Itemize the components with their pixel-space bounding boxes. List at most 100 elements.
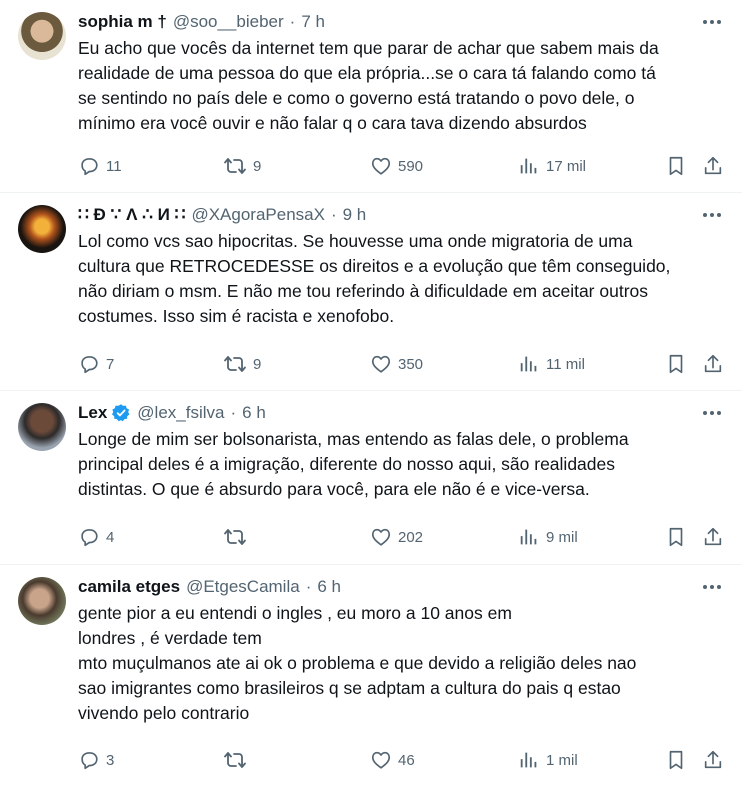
avatar[interactable] [18,12,66,60]
tweet-line: principal deles é a imigração, diferente… [78,454,615,474]
retweet-button[interactable] [223,749,247,771]
tweet-line: realidade de uma pessoa do que ela própr… [78,63,656,83]
bookmark-button[interactable] [665,749,687,771]
share-icon [702,155,724,177]
avatar[interactable] [18,577,66,625]
retweet-button[interactable]: 9 [223,353,261,375]
views-button[interactable]: 1 mil [518,749,578,771]
views-chart-icon [518,155,540,177]
retweet-count: 9 [253,355,262,373]
display-name[interactable]: ∷ Đ ∵ Λ ∴ И ∷ [78,205,185,225]
bookmark-icon [665,155,687,177]
more-options-icon[interactable] [700,403,724,423]
like-button[interactable]: 46 [370,749,415,771]
reply-button[interactable]: 7 [78,353,114,375]
avatar[interactable] [18,205,66,253]
tweet-text: Lol como vcs sao hipocritas. Se houvesse… [78,229,728,329]
timestamp[interactable]: 9 h [343,205,367,225]
share-icon [702,749,724,771]
more-options-icon[interactable] [700,12,724,32]
tweet-text: Eu acho que vocês da internet tem que pa… [78,36,728,136]
tweet[interactable]: Lex @lex_fsilva · 6 h Longe de mim ser b… [0,391,742,565]
share-button[interactable] [702,353,724,375]
tweet[interactable]: sophia m † @soo__bieber · 7 h Eu acho qu… [0,0,742,193]
tweet-line: gente pior a eu entendi o ingles , eu mo… [78,603,512,623]
tweet[interactable]: ∷ Đ ∵ Λ ∴ И ∷ @XAgoraPensaX · 9 h Lol co… [0,193,742,391]
avatar[interactable] [18,403,66,451]
views-button[interactable]: 17 mil [518,155,586,177]
display-name[interactable]: camila etges [78,577,180,597]
tweet-header: sophia m † @soo__bieber · 7 h [78,11,682,33]
heart-icon [370,155,392,177]
retweet-button[interactable] [223,526,247,548]
tweet-line: vivendo pelo contrario [78,703,250,723]
like-button[interactable]: 590 [370,155,423,177]
like-button[interactable]: 202 [370,526,423,548]
separator: · [305,577,312,596]
tweet-actions: 7 9 350 11 mil [78,352,726,376]
tweet-header: ∷ Đ ∵ Λ ∴ И ∷ @XAgoraPensaX · 9 h [78,204,682,226]
views-chart-icon [518,749,540,771]
share-button[interactable] [702,526,724,548]
reply-count: 3 [106,751,115,769]
timestamp[interactable]: 6 h [242,403,266,423]
views-count: 11 mil [546,355,585,373]
heart-icon [370,526,392,548]
views-count: 1 mil [546,751,578,769]
bookmark-icon [665,749,687,771]
tweet[interactable]: camila etges @EtgesCamila · 6 h gente pi… [0,565,742,785]
tweet-line: londres , é verdade tem [78,628,262,648]
heart-icon [370,353,392,375]
reply-count: 7 [106,355,115,373]
handle[interactable]: @lex_fsilva [137,403,224,423]
reply-icon [78,749,100,771]
views-button[interactable]: 11 mil [518,353,585,375]
separator: · [230,403,237,422]
handle[interactable]: @EtgesCamila [186,577,300,597]
tweet-line: distintas. O que é absurdo para você, pa… [78,479,590,499]
reply-button[interactable]: 4 [78,526,114,548]
separator: · [289,12,296,31]
tweet-header: Lex @lex_fsilva · 6 h [78,402,682,424]
reply-button[interactable]: 3 [78,749,114,771]
tweet-text: Longe de mim ser bolsonarista, mas enten… [78,427,728,502]
more-options-icon[interactable] [700,577,724,597]
tweet-line: costumes. Isso sim é racista e xenofobo. [78,306,395,326]
handle[interactable]: @soo__bieber [173,12,284,32]
bookmark-button[interactable] [665,353,687,375]
reply-icon [78,155,100,177]
handle[interactable]: @XAgoraPensaX [191,205,325,225]
display-name[interactable]: Lex [78,403,107,423]
timestamp[interactable]: 7 h [301,12,325,32]
like-count: 590 [398,157,424,175]
bookmark-button[interactable] [665,155,687,177]
views-button[interactable]: 9 mil [518,526,578,548]
timestamp[interactable]: 6 h [317,577,341,597]
retweet-icon [223,353,247,375]
tweet-line: não diriam o msm. E não me tou referindo… [78,281,649,301]
retweet-icon [223,526,247,548]
bookmark-button[interactable] [665,526,687,548]
retweet-button[interactable]: 9 [223,155,261,177]
reply-button[interactable]: 11 [78,155,122,177]
like-count: 202 [398,528,424,546]
tweet-actions: 3 46 1 mil [78,748,726,772]
tweet-line: se sentindo no país dele e como o govern… [78,88,635,108]
display-name[interactable]: sophia m † [78,12,167,32]
like-button[interactable]: 350 [370,353,423,375]
tweet-line: cultura que RETROCEDESSE os direitos e a… [78,256,671,276]
tweet-line: mínimo era você ouvir e não falar q o ca… [78,113,587,133]
like-count: 350 [398,355,424,373]
retweet-icon [223,155,247,177]
views-count: 17 mil [546,157,587,175]
retweet-count: 9 [253,157,262,175]
tweet-header: camila etges @EtgesCamila · 6 h [78,576,682,598]
views-chart-icon [518,353,540,375]
share-button[interactable] [702,155,724,177]
more-options-icon[interactable] [700,205,724,225]
verified-badge-icon [111,403,131,423]
share-icon [702,526,724,548]
reply-icon [78,526,100,548]
share-button[interactable] [702,749,724,771]
reply-count: 11 [106,157,122,175]
